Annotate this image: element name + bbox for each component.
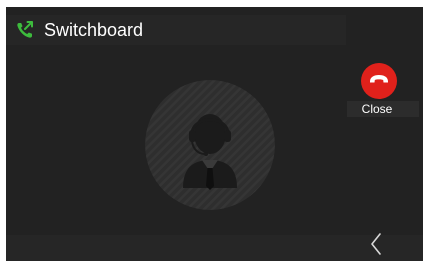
page-title: Switchboard: [44, 19, 144, 40]
chevron-left-icon: [369, 232, 383, 261]
back-button[interactable]: [364, 232, 388, 261]
switchboard-screen: Switchboard Close: [6, 7, 423, 261]
operator-headset-icon: [145, 80, 275, 210]
title-bar: Switchboard: [6, 15, 346, 45]
close-button[interactable]: [361, 63, 397, 99]
close-action: Close: [347, 63, 419, 119]
operator-avatar: [145, 80, 275, 210]
phone-transfer-icon: [16, 21, 34, 39]
hang-up-icon: [368, 68, 390, 95]
bottom-bar: [6, 235, 423, 261]
close-label: Close: [361, 102, 393, 116]
